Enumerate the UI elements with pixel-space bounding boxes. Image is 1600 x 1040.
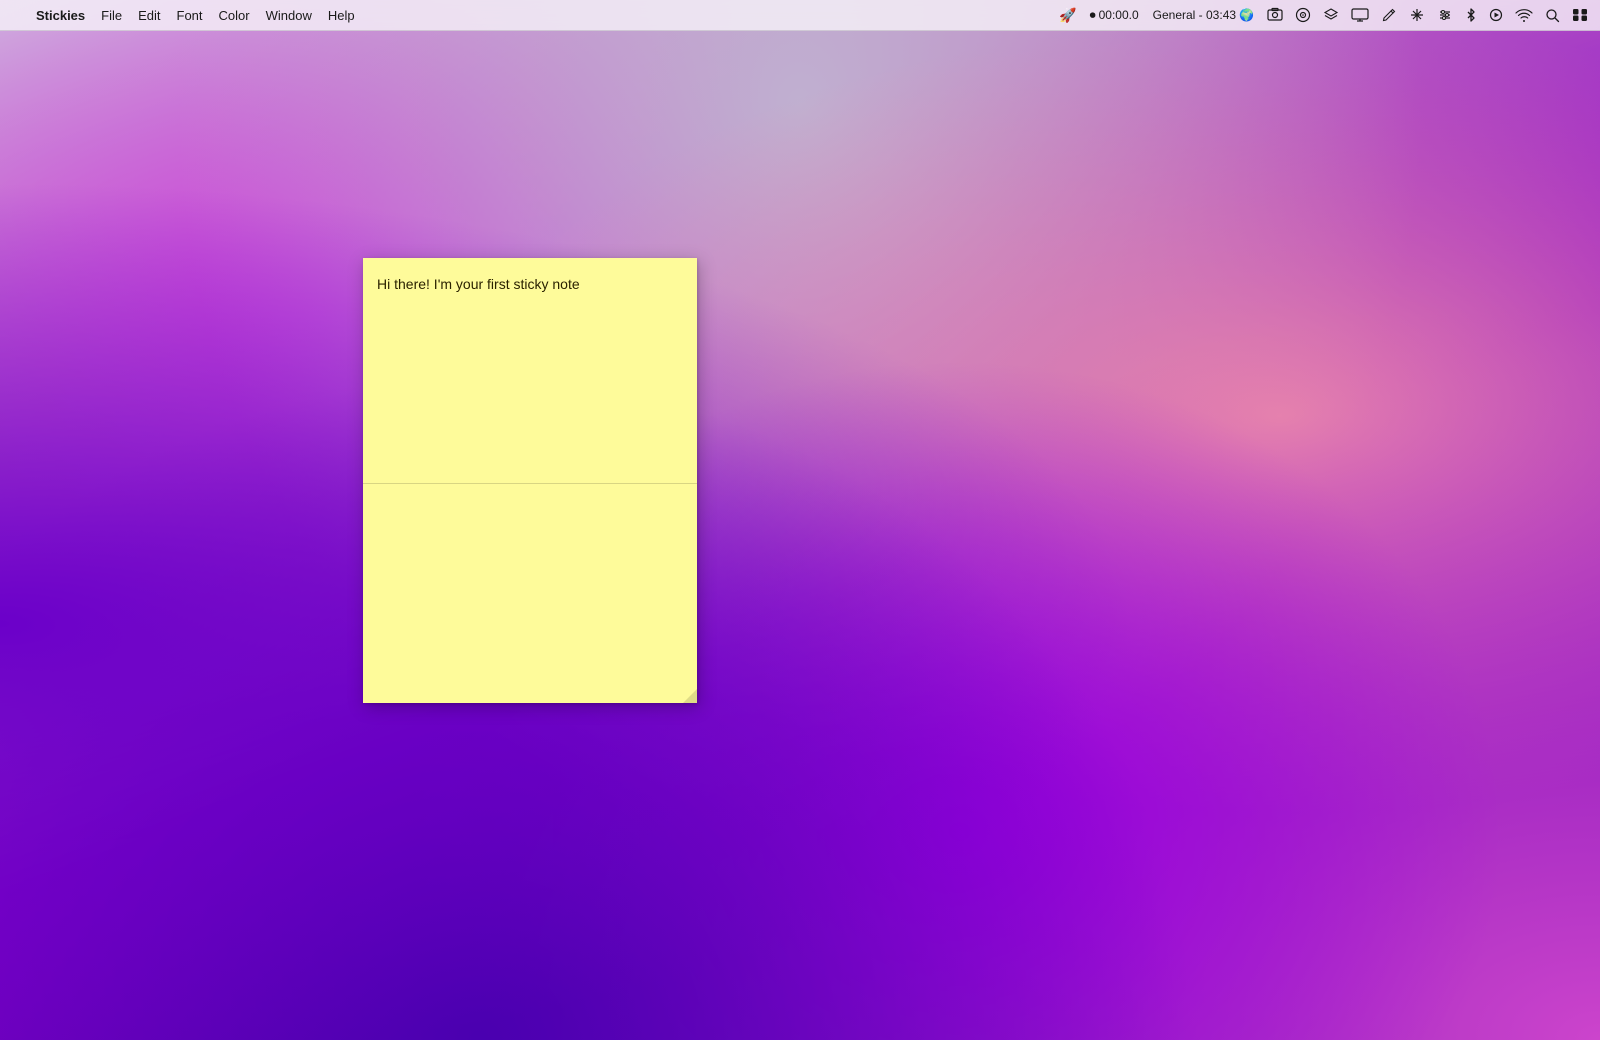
file-menu[interactable]: File: [93, 0, 130, 30]
clock-text: General - 03:43: [1153, 8, 1236, 22]
globe-icon: 🌍: [1239, 8, 1254, 22]
file-menu-label: File: [101, 8, 122, 23]
bluetooth-icon[interactable]: [1461, 7, 1481, 23]
help-menu[interactable]: Help: [320, 0, 363, 30]
edit-menu[interactable]: Edit: [130, 0, 168, 30]
facetime-icon[interactable]: [1291, 7, 1315, 23]
window-menu[interactable]: Window: [258, 0, 320, 30]
desktop: [0, 0, 1600, 1040]
clock-label: General - 03:43 🌍: [1148, 8, 1259, 22]
display-icon[interactable]: [1347, 7, 1373, 23]
font-menu-label: Font: [177, 8, 203, 23]
menubar-right: 🚀 ⏺ 00:00.0 General - 03:43 🌍: [1055, 7, 1592, 24]
app-name-menu[interactable]: Stickies: [28, 0, 93, 30]
app-name-label: Stickies: [36, 8, 85, 23]
control-center-icon[interactable]: [1568, 8, 1592, 22]
screen-recorder[interactable]: ⏺ 00:00.0: [1085, 8, 1144, 23]
sliders-icon[interactable]: [1433, 7, 1457, 23]
markup-icon[interactable]: [1377, 7, 1401, 23]
sticky-note-bottom[interactable]: [363, 484, 697, 703]
layers-icon[interactable]: [1319, 7, 1343, 23]
search-icon[interactable]: [1541, 8, 1564, 23]
font-menu[interactable]: Font: [169, 0, 211, 30]
play-icon[interactable]: [1485, 8, 1507, 22]
snowflake-icon[interactable]: [1405, 7, 1429, 23]
sticky-note[interactable]: Hi there! I'm your first sticky note: [363, 258, 697, 703]
record-dot-icon: ⏺: [1090, 8, 1096, 23]
edit-menu-label: Edit: [138, 8, 160, 23]
help-menu-label: Help: [328, 8, 355, 23]
screenshot-icon[interactable]: [1263, 7, 1287, 23]
timer-label: 00:00.0: [1099, 8, 1139, 22]
sticky-note-content[interactable]: Hi there! I'm your first sticky note: [377, 274, 683, 294]
apple-menu[interactable]: [8, 0, 28, 30]
wifi-icon[interactable]: [1511, 8, 1537, 22]
sticky-note-top: Hi there! I'm your first sticky note: [363, 258, 697, 484]
color-menu[interactable]: Color: [211, 0, 258, 30]
menubar: Stickies File Edit Font Color Window Hel…: [0, 0, 1600, 31]
color-menu-label: Color: [219, 8, 250, 23]
rocket-icon[interactable]: 🚀: [1055, 7, 1080, 24]
window-menu-label: Window: [266, 8, 312, 23]
